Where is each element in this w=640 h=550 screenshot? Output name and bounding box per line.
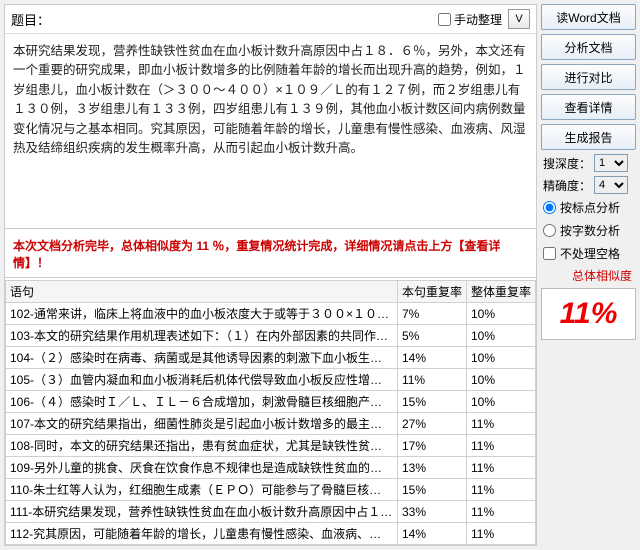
- table-cell: 11%: [466, 479, 535, 501]
- read-word-button[interactable]: 读Word文档: [541, 4, 636, 30]
- table-row[interactable]: 112-究其原因，可能随着年龄的增长，儿童患有慢性感染、血液病、风湿热及结缔组织…: [6, 523, 536, 545]
- table-cell: 17%: [397, 435, 466, 457]
- accuracy-select[interactable]: 4: [594, 176, 628, 194]
- nospace-checkbox[interactable]: [543, 247, 556, 260]
- table-cell: 11%: [466, 501, 535, 523]
- table-cell: 106-（４）感染时Ｉ／Ｌ、ＩＬ－６合成增加，刺激骨髓巨核细胞产生血小板增多【４…: [6, 391, 398, 413]
- table-cell: 111-本研究结果发现，营养性缺铁性贫血在血小板计数升高原因中占１８．６％，另外…: [6, 501, 398, 523]
- header-bar: 题目： 手动整理 V: [5, 5, 536, 34]
- table-cell: 110-朱士红等人认为，红细胞生成素（ＥＰＯ）可能参与了骨髓巨核系祖细胞增殖和分…: [6, 479, 398, 501]
- table-cell: 11%: [466, 523, 535, 545]
- table-cell: 10%: [466, 391, 535, 413]
- table-row[interactable]: 103-本文的研究结果作用机理表述如下：（１）在内外部因素的共同作用下，体内的巨…: [6, 325, 536, 347]
- radio-punct-label: 按标点分析: [560, 199, 620, 216]
- v-button[interactable]: V: [508, 9, 530, 29]
- table-cell: 11%: [466, 413, 535, 435]
- table-header: 整体重复率: [466, 281, 535, 303]
- table-cell: 15%: [397, 479, 466, 501]
- similarity-label: 总体相似度: [541, 267, 636, 284]
- table-cell: 14%: [397, 523, 466, 545]
- table-row[interactable]: 108-同时，本文的研究结果还指出，患有贫血症状，尤其是缺铁性贫血也是造成血小板…: [6, 435, 536, 457]
- table-cell: 27%: [397, 413, 466, 435]
- analyze-button[interactable]: 分析文档: [541, 34, 636, 60]
- table-cell: 13%: [397, 457, 466, 479]
- table-cell: 11%: [466, 457, 535, 479]
- accuracy-label: 精确度：: [543, 177, 591, 194]
- table-cell: 11%: [466, 435, 535, 457]
- table-cell: 7%: [397, 303, 466, 325]
- similarity-box: 11%: [541, 288, 636, 340]
- manual-checkbox-label: 手动整理: [454, 11, 502, 28]
- table-header: 语句: [6, 281, 398, 303]
- table-cell: 105-（３）血管内凝血和血小板消耗后机体代偿导致血小板反应性增高。: [6, 369, 398, 391]
- table-cell: 33%: [397, 501, 466, 523]
- manual-checkbox[interactable]: [438, 13, 451, 26]
- table-row[interactable]: 102-通常来讲，临床上将血液中的血小板浓度大于或等于３００×１０９／Ｌ的情况称…: [6, 303, 536, 325]
- table-cell: 10%: [466, 303, 535, 325]
- status-bar: 本次文档分析完毕，总体相似度为 11 ％，重复情况统计完成，详细情况请点击上方【…: [5, 231, 536, 278]
- table-cell: 108-同时，本文的研究结果还指出，患有贫血症状，尤其是缺铁性贫血也是造成血小板…: [6, 435, 398, 457]
- sidebar: 读Word文档 分析文档 进行对比 查看详情 生成报告 搜深度： 1 精确度： …: [541, 4, 636, 546]
- table-row[interactable]: 111-本研究结果发现，营养性缺铁性贫血在血小板计数升高原因中占１８．６％，另外…: [6, 501, 536, 523]
- compare-button[interactable]: 进行对比: [541, 64, 636, 90]
- nospace-label: 不处理空格: [560, 245, 620, 262]
- table-cell: 109-另外儿童的挑食、厌食在饮食作息不规律也是造成缺铁性贫血的主要因素。: [6, 457, 398, 479]
- title-label: 题目：: [11, 10, 50, 29]
- table-row[interactable]: 104-（２）感染时在病毒、病菌或是其他诱导因素的刺激下血小板生成素（ＩＰＯ）的…: [6, 347, 536, 369]
- table-cell: 15%: [397, 391, 466, 413]
- table-cell: 10%: [466, 369, 535, 391]
- table-row[interactable]: 110-朱士红等人认为，红细胞生成素（ＥＰＯ）可能参与了骨髓巨核系祖细胞增殖和分…: [6, 479, 536, 501]
- table-row[interactable]: 109-另外儿童的挑食、厌食在饮食作息不规律也是造成缺铁性贫血的主要因素。13%…: [6, 457, 536, 479]
- content-text: 本研究结果发现，营养性缺铁性贫血在血小板计数升高原因中占１８．６％，另外，本文还…: [5, 36, 536, 229]
- table-row[interactable]: 107-本文的研究结果指出，细菌性肺炎是引起血小板计数增多的最主要的因素，考虑.…: [6, 413, 536, 435]
- depth-select[interactable]: 1: [594, 154, 628, 172]
- report-button[interactable]: 生成报告: [541, 124, 636, 150]
- result-table: 语句本句重复率整体重复率 102-通常来讲，临床上将血液中的血小板浓度大于或等于…: [5, 280, 536, 545]
- similarity-value: 11%: [560, 297, 618, 330]
- radio-words-label: 按字数分析: [560, 222, 620, 239]
- table-cell: 104-（２）感染时在病毒、病菌或是其他诱导因素的刺激下血小板生成素（ＩＰＯ）的…: [6, 347, 398, 369]
- table-row[interactable]: 106-（４）感染时Ｉ／Ｌ、ＩＬ－６合成增加，刺激骨髓巨核细胞产生血小板增多【４…: [6, 391, 536, 413]
- radio-words[interactable]: [543, 224, 556, 237]
- table-cell: 10%: [466, 347, 535, 369]
- table-cell: 103-本文的研究结果作用机理表述如下：（１）在内外部因素的共同作用下，体内的巨…: [6, 325, 398, 347]
- table-row[interactable]: 105-（３）血管内凝血和血小板消耗后机体代偿导致血小板反应性增高。11%10%: [6, 369, 536, 391]
- table-cell: 14%: [397, 347, 466, 369]
- table-cell: 102-通常来讲，临床上将血液中的血小板浓度大于或等于３００×１０９／Ｌ的情况称…: [6, 303, 398, 325]
- detail-button[interactable]: 查看详情: [541, 94, 636, 120]
- table-cell: 112-究其原因，可能随着年龄的增长，儿童患有慢性感染、血液病、风湿热及结缔组织…: [6, 523, 398, 545]
- table-cell: 5%: [397, 325, 466, 347]
- table-cell: 107-本文的研究结果指出，细菌性肺炎是引起血小板计数增多的最主要的因素，考虑.…: [6, 413, 398, 435]
- depth-label: 搜深度：: [543, 155, 591, 172]
- table-header: 本句重复率: [397, 281, 466, 303]
- table-cell: 11%: [397, 369, 466, 391]
- radio-punct[interactable]: [543, 201, 556, 214]
- table-cell: 10%: [466, 325, 535, 347]
